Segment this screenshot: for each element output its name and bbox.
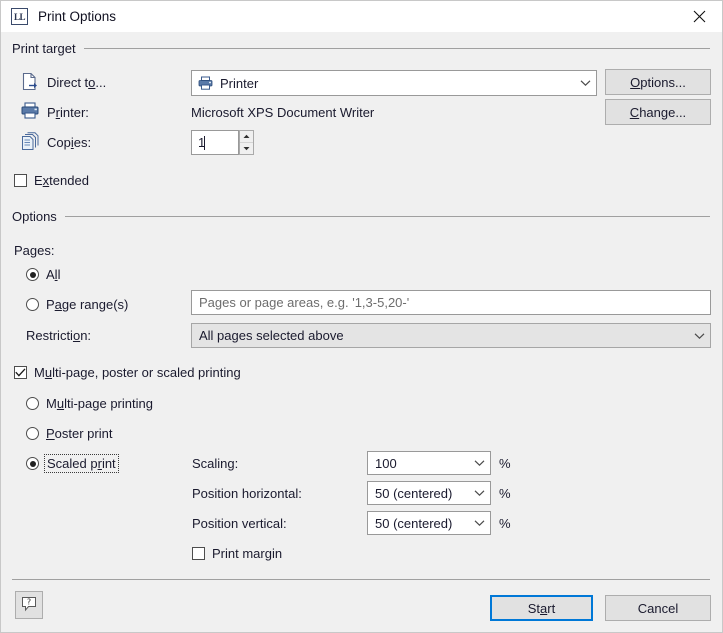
pages-all-radio[interactable]	[26, 268, 39, 281]
close-icon	[693, 10, 706, 23]
radio-dot	[29, 271, 36, 278]
direct-to-value: Printer	[220, 75, 259, 91]
chevron-down-icon	[468, 519, 490, 527]
pages-all-label: All	[46, 267, 61, 282]
scaled-print-label: Scaled print	[44, 454, 119, 473]
print-options-dialog: LL Print Options Print target Direct to.…	[0, 0, 723, 633]
options-group-header: Options	[12, 209, 710, 224]
document-export-icon	[21, 72, 41, 92]
close-button[interactable]	[677, 1, 722, 32]
print-target-group-header: Print target	[12, 41, 710, 56]
direct-to-label: Direct to...	[47, 75, 107, 90]
poster-print-radio[interactable]	[26, 427, 39, 440]
help-button[interactable]: ?	[15, 591, 43, 619]
page-ranges-label: Page range(s)	[46, 297, 129, 312]
change-button[interactable]: Change...	[605, 99, 711, 125]
spinner-up-button[interactable]	[240, 131, 253, 143]
position-horizontal-unit: %	[499, 486, 511, 501]
chevron-down-icon	[574, 79, 596, 87]
checkmark-icon	[15, 368, 26, 377]
svg-text:?: ?	[27, 597, 31, 606]
app-icon: LL	[11, 8, 28, 25]
position-vertical-combobox[interactable]: 50 (centered)	[367, 511, 491, 535]
radio-dot	[29, 460, 36, 467]
scaling-label: Scaling:	[192, 456, 239, 471]
multipage-printing-radio-row[interactable]: Multi-page printing	[26, 396, 153, 411]
spinner-up-icon	[243, 134, 250, 139]
position-vertical-value: 50 (centered)	[375, 515, 453, 531]
print-margin-checkbox-row[interactable]: Print margin	[192, 546, 282, 561]
window-title: Print Options	[38, 9, 117, 24]
scaling-unit: %	[499, 456, 511, 471]
position-horizontal-combobox[interactable]: 50 (centered)	[367, 481, 491, 505]
chevron-down-icon	[468, 459, 490, 467]
copies-stack-icon	[21, 132, 41, 152]
position-horizontal-value: 50 (centered)	[375, 485, 453, 501]
position-horizontal-label: Position horizontal:	[192, 486, 302, 501]
scaling-combobox[interactable]: 100	[367, 451, 491, 475]
chevron-down-icon	[688, 332, 710, 340]
print-margin-label: Print margin	[212, 546, 283, 561]
position-vertical-label: Position vertical:	[192, 516, 287, 531]
page-ranges-input[interactable]: Pages or page areas, e.g. '1,3-5,20-'	[191, 290, 711, 315]
copies-label: Copies:	[47, 135, 92, 150]
restriction-value: All pages selected above	[199, 328, 344, 343]
scaled-print-radio[interactable]	[26, 457, 39, 470]
copies-value: 1	[198, 135, 206, 150]
page-ranges-placeholder: Pages or page areas, e.g. '1,3-5,20-'	[199, 295, 410, 310]
copies-spinner[interactable]	[239, 130, 254, 155]
options-button[interactable]: Options...	[605, 69, 711, 95]
pages-all-radio-row[interactable]: All	[26, 267, 60, 282]
printer-name-value: Microsoft XPS Document Writer	[191, 105, 375, 120]
multipage-printing-radio[interactable]	[26, 397, 39, 410]
scaling-value: 100	[375, 455, 397, 471]
scaled-print-radio-row[interactable]: Scaled print	[26, 454, 119, 473]
help-question-icon: ?	[21, 596, 37, 615]
print-target-group-label: Print target	[12, 41, 76, 56]
printer-label: Printer:	[47, 105, 89, 120]
cancel-button[interactable]: Cancel	[605, 595, 711, 621]
printer-icon	[21, 102, 41, 122]
spinner-down-button[interactable]	[240, 143, 253, 154]
group-divider-line-2	[64, 216, 710, 217]
title-bar: LL Print Options	[1, 1, 722, 33]
start-button[interactable]: Start	[490, 595, 593, 621]
direct-to-combobox[interactable]: Printer	[191, 70, 597, 96]
multipage-checkbox[interactable]	[14, 366, 27, 379]
cancel-button-label: Cancel	[637, 600, 679, 616]
multipage-checkbox-row[interactable]: Multi-page, poster or scaled printing	[14, 365, 241, 380]
print-margin-checkbox[interactable]	[192, 547, 205, 560]
page-ranges-radio[interactable]	[26, 298, 39, 311]
poster-print-label: Poster print	[46, 426, 113, 441]
options-group-label: Options	[12, 209, 57, 224]
extended-label: Extended	[34, 173, 89, 188]
position-vertical-unit: %	[499, 516, 511, 531]
restriction-combobox[interactable]: All pages selected above	[191, 323, 711, 348]
extended-checkbox-row[interactable]: Extended	[14, 173, 89, 188]
printer-icon	[192, 76, 213, 90]
extended-checkbox[interactable]	[14, 174, 27, 187]
group-divider-line	[83, 48, 710, 49]
page-ranges-radio-row[interactable]: Page range(s)	[26, 297, 128, 312]
restriction-label: Restriction:	[26, 328, 92, 343]
text-caret	[204, 135, 206, 150]
chevron-down-icon	[468, 489, 490, 497]
multipage-printing-label: Multi-page printing	[46, 396, 153, 411]
pages-label: Pages:	[14, 243, 55, 258]
spinner-down-icon	[243, 146, 250, 151]
copies-input[interactable]: 1	[191, 130, 239, 155]
multipage-label: Multi-page, poster or scaled printing	[34, 365, 241, 380]
footer-divider	[12, 579, 710, 580]
poster-print-radio-row[interactable]: Poster print	[26, 426, 112, 441]
